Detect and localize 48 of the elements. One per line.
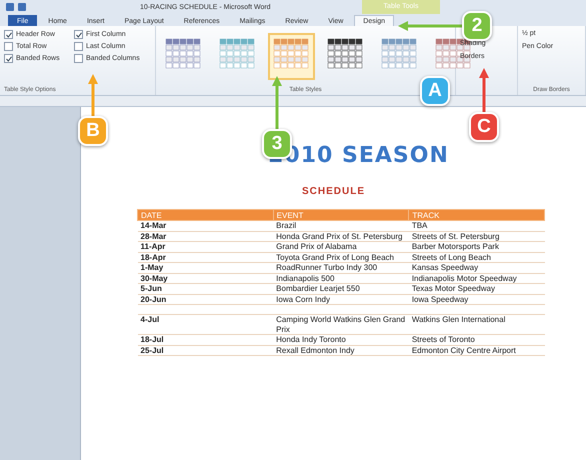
table-cell: 14-Mar [138,220,274,231]
column-header: TRACK [408,210,544,220]
table-cell: 1-May [138,262,274,273]
arrow-drawing [88,74,98,118]
table-cell: RoadRunner Turbo Indy 300 [273,262,409,273]
table-cell: Kansas Speedway [408,262,544,273]
table-cell: Streets of Toronto [408,334,544,345]
column-header: DATE [138,210,274,220]
table-cell: Barber Motorsports Park [408,242,544,252]
callout-badge: C [469,112,499,142]
table-cell: Rexall Edmonton Indy [273,345,409,356]
callout-badge: B [78,116,108,146]
table-cell: Toyota Grand Prix of Long Beach [273,252,409,262]
checkmark-icon [6,56,12,62]
table-cell: 28-Mar [138,231,274,242]
table-cell: Indianapolis Motor Speedway [408,273,544,284]
table-cell: 25-Jul [138,345,274,356]
table-cell: Brazil [273,220,409,231]
table-cell: Edmonton City Centre Airport [408,345,544,356]
table-cell: 11-Apr [138,242,274,252]
table-cell: Iowa Corn Indy [273,294,409,304]
arrow-drawing [398,21,464,31]
table-cell: Texas Motor Speedway [408,284,544,294]
checkmark-icon [6,32,12,38]
arrow-drawing [479,68,489,114]
table-cell: 20-Jun [138,294,274,304]
column-header: EVENT [273,210,409,220]
table-cell: Camping World Watkins Glen Grand Prix [273,314,409,334]
table-cell: Streets of St. Petersburg [408,231,544,242]
table-cell: 18-Apr [138,252,274,262]
table-cell: Honda Indy Toronto [273,334,409,345]
table-cell: 18-Jul [138,334,274,345]
table-cell: 5-Jun [138,284,274,294]
table-cell: 30-May [138,273,274,284]
table-cell: Indianapolis 500 [273,273,409,284]
table-cell: Honda Grand Prix of St. Petersburg [273,231,409,242]
table-cell: Iowa Speedway [408,294,544,304]
document-subtitle: SCHEDULE [302,186,365,197]
table-cell: Watkins Glen International [408,314,544,334]
table-cell: TBA [408,220,544,231]
table-cell: Streets of Long Beach [408,252,544,262]
callout-badge: 2 [462,11,492,41]
table-cell: 4-Jul [138,314,274,334]
table-cell: Bombardier Learjet 550 [273,284,409,294]
table-style-swatch[interactable] [268,33,315,80]
checkmark-icon [76,32,82,38]
table-cell: Grand Prix of Alabama [273,242,409,252]
callout-badge: A [420,76,450,106]
